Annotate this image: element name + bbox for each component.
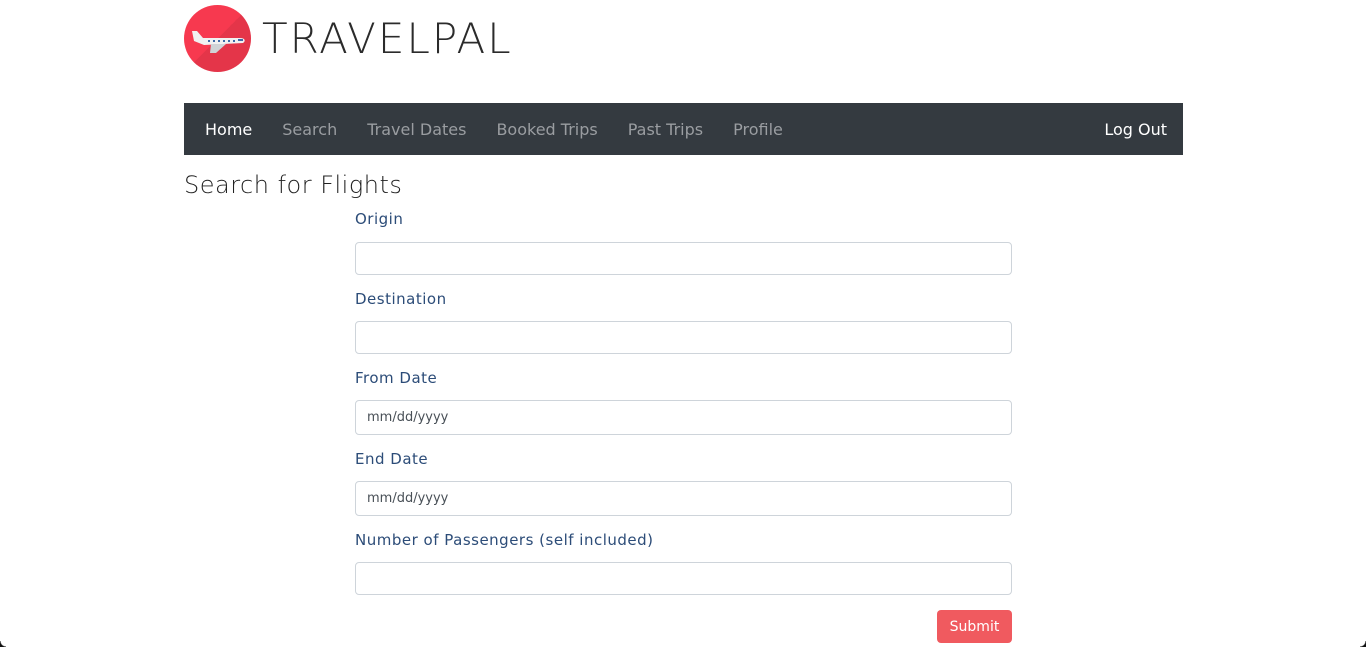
window-corner (1360, 641, 1366, 647)
passengers-label: Number of Passengers (self included) (355, 531, 654, 549)
page-title: Search for Flights (184, 171, 403, 199)
submit-button[interactable]: Submit (937, 610, 1012, 643)
brand-name: TRAVELPAL (262, 13, 513, 63)
brand[interactable]: TRAVELPAL (184, 4, 513, 72)
nav-list: Home Search Travel Dates Booked Trips Pa… (184, 120, 813, 139)
from-date-input[interactable]: mm/dd/yyyy (355, 400, 1012, 435)
end-date-label: End Date (355, 450, 429, 468)
nav-item-travel-dates[interactable]: Travel Dates (367, 120, 466, 139)
end-date-input[interactable]: mm/dd/yyyy (355, 481, 1012, 516)
airplane-icon (184, 4, 251, 72)
nav-item-booked-trips[interactable]: Booked Trips (496, 120, 597, 139)
nav-item-home[interactable]: Home (205, 120, 252, 139)
destination-label: Destination (355, 290, 447, 308)
nav-item-profile[interactable]: Profile (733, 120, 783, 139)
from-date-placeholder: mm/dd/yyyy (367, 410, 449, 425)
nav-item-past-trips[interactable]: Past Trips (628, 120, 703, 139)
end-date-placeholder: mm/dd/yyyy (367, 491, 449, 506)
window-corner (0, 641, 6, 647)
logout-link[interactable]: Log Out (1104, 120, 1167, 139)
destination-input[interactable] (355, 321, 1012, 354)
nav-item-search[interactable]: Search (282, 120, 337, 139)
navbar: Home Search Travel Dates Booked Trips Pa… (184, 103, 1183, 155)
from-date-label: From Date (355, 369, 438, 387)
origin-input[interactable] (355, 242, 1012, 275)
passengers-input[interactable] (355, 562, 1012, 595)
origin-label: Origin (355, 210, 404, 228)
